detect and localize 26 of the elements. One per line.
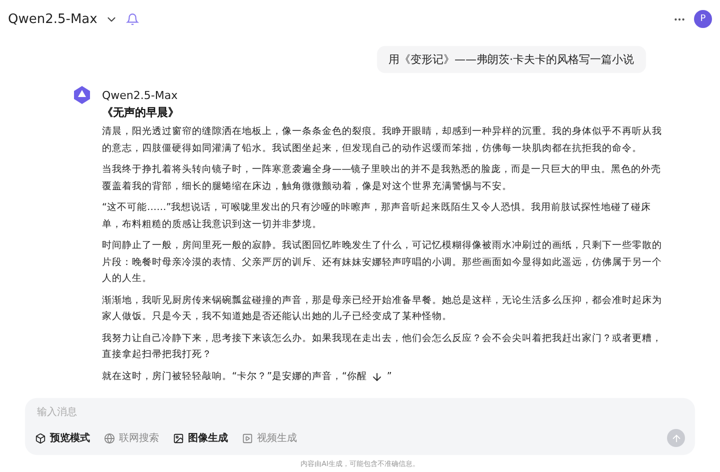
cube-icon [35,432,46,444]
story-paragraph: 时间静止了一般，房间里死一般的寂静。我试图回忆昨晚发生了什么，可记忆模糊得像被雨水冲刷过的画纸，只剩下一些零散的片段：晚餐时母亲冷漠的表情、父亲严厉的训斥、还有妹妹安娜轻声哼唱的小调。那些画面如今显得如此遥远，仿佛属于另一个人的人生。 [102,239,662,286]
assistant-name: Qwen2.5-Max [102,89,179,102]
tool-toggle[interactable]: 视频生成 [242,431,297,445]
closing-quote: ” [386,370,392,384]
tool-toggle[interactable]: 预览模式 [35,431,90,445]
arrow-down-icon [370,370,383,383]
story-paragraph: 清晨，阳光透过窗帘的缝隙洒在地板上，像一条条金色的裂痕。我睁开眼睛，却感到一种异样的沉重。我的身体似乎不再听从我的意志，四肢僵硬得如同灌满了铅水。我试图坐起来，但发现自己的动作迟缓而笨拙，仿佛每一块肌肉都在抗拒我的命令。 [102,125,662,156]
arrow-up-icon [670,432,682,444]
model-name: Qwen2.5-Max [8,12,98,26]
story-paragraph: 当我终于挣扎着将头转向镜子时，一阵寒意袭遍全身——镜子里映出的并不是我熟悉的脸庞，而是一只巨大的甲虫。黑色的外壳覆盖着我的背部，细长的腿蜷缩在床边，触角微微颤动着，像是对这个世界充满警惕与不安。 [102,163,662,194]
user-message: 用《变形记》——弗朗茨·卡夫卡的风格写一篇小说 [376,46,646,73]
story-title: 《无声的早晨》 [102,105,180,120]
user-avatar[interactable]: P [694,10,712,28]
message-input[interactable]: 输入消息 [35,406,685,419]
image-icon [173,432,184,444]
story-paragraph: 就在这时，房门被轻轻敲响。“卡尔？”是安娜的声音，“你醒 [102,370,367,384]
story-paragraph: 我努力让自己冷静下来，思考接下来该怎么办。如果我现在走出去，他们会怎么反应？会不会尖叫着把我赶出家门？或者更糟，直接拿起扫帚把我打死？ [102,332,662,362]
tool-toggle[interactable]: 联网搜索 [104,431,159,445]
bell-icon[interactable] [126,12,140,26]
story-paragraph: “这不可能……”我想说话，可喉咙里发出的只有沙哑的咔嚓声，那声音听起来既陌生又令人恐惧。我用前肢试探性地碰了碰床单，布料粗糙的质感让我意识到这一切并非梦境。 [102,201,652,232]
logo-icon [72,85,92,105]
story-paragraph: 渐渐地，我听见厨房传来锅碗瓢盆碰撞的声音，那是母亲已经开始准备早餐。她总是这样，无论生活多么压抑，都会准时起床为家人做饭。只是今天，我不知道她是否还能认出她的儿子已经变成了某种怪物。 [102,294,662,324]
tool-toggle[interactable]: 图像生成 [173,431,228,445]
globe-icon [104,432,115,444]
play-square-icon [242,432,253,444]
